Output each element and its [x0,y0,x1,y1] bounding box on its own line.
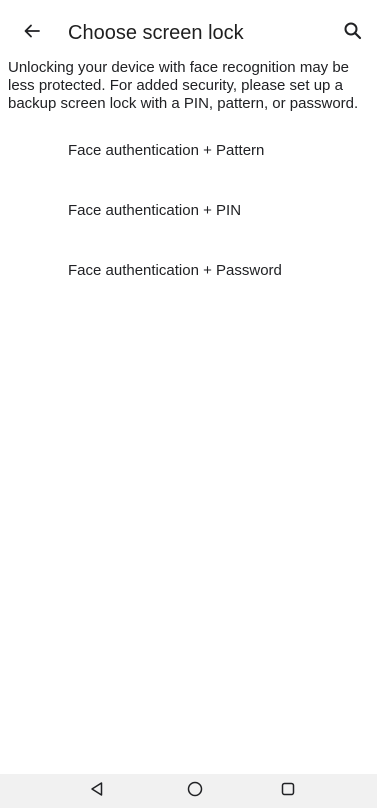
screen-lock-options: Face authentication + Pattern Face authe… [0,120,377,300]
triangle-back-icon [89,781,105,802]
nav-recents-button[interactable] [264,774,312,808]
option-face-pin[interactable]: Face authentication + PIN [0,180,377,240]
option-face-password[interactable]: Face authentication + Password [0,240,377,300]
search-button[interactable] [337,18,369,48]
app-bar: Choose screen lock [0,0,377,64]
option-label: Face authentication + PIN [68,201,242,219]
option-face-pattern[interactable]: Face authentication + Pattern [0,120,377,180]
option-label: Face authentication + Pattern [68,141,265,159]
nav-back-button[interactable] [73,774,121,808]
nav-home-button[interactable] [171,774,219,808]
search-icon [343,21,363,46]
option-label: Face authentication + Password [68,261,282,279]
square-recents-icon [280,781,296,802]
back-button[interactable] [14,18,50,48]
circle-home-icon [186,780,204,803]
arrow-left-icon [22,21,42,46]
page-title: Choose screen lock [68,22,244,44]
security-description: Unlocking your device with face recognit… [8,59,359,112]
system-nav-bar [0,774,377,808]
